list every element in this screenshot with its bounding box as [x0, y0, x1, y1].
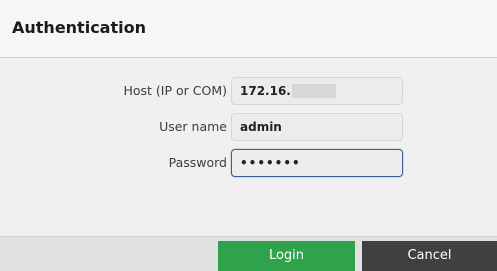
username-label: User name — [159, 119, 227, 134]
login-button[interactable]: Login — [218, 241, 355, 271]
host-row: Host (IP or COM) 172.16. — [0, 77, 497, 105]
host-input[interactable]: 172.16. — [231, 77, 403, 105]
password-masked-value: ••••••• — [240, 156, 301, 170]
host-value: 172.16. — [240, 84, 291, 98]
password-row: Password ••••••• — [0, 149, 497, 177]
host-redacted-block — [291, 84, 336, 98]
dialog-title-bar: Authentication — [0, 0, 497, 58]
password-label: Password — [168, 155, 227, 170]
username-value: admin — [240, 120, 282, 134]
password-input[interactable]: ••••••• — [231, 149, 403, 177]
username-input[interactable]: admin — [231, 113, 403, 141]
form-area: Host (IP or COM) 172.16. User name admin… — [0, 59, 497, 236]
dialog-title: Authentication — [12, 18, 146, 37]
host-label: Host (IP or COM) — [123, 83, 228, 98]
username-row: User name admin — [0, 113, 497, 141]
authentication-dialog: Authentication Host (IP or COM) 172.16. … — [0, 0, 497, 271]
cancel-button[interactable]: Cancel — [362, 241, 497, 271]
